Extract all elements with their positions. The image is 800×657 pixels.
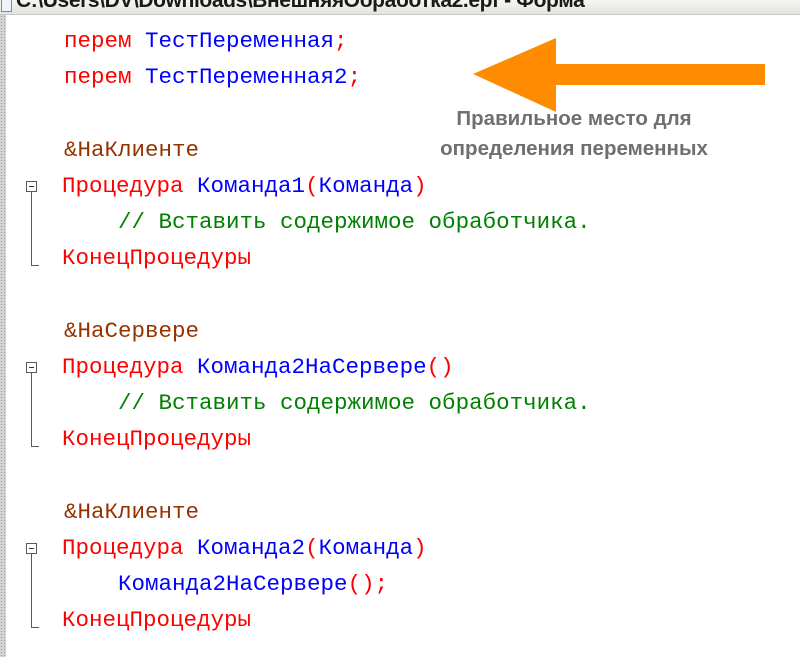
orange-arrow-icon xyxy=(473,38,765,112)
annotation-line-2: определения переменных xyxy=(440,137,708,160)
annotation-callout: Правильное место для определения перемен… xyxy=(384,104,764,164)
annotation-line-1: Правильное место для xyxy=(456,107,692,130)
